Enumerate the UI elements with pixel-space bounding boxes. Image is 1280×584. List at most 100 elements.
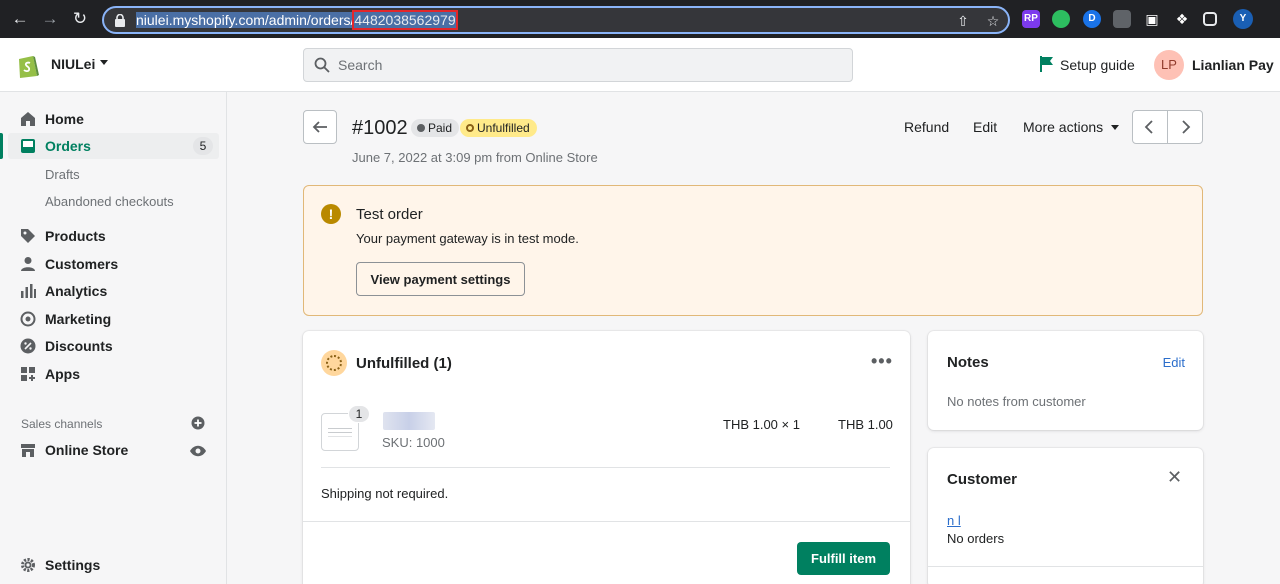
browser-chrome: ← → ↻ niulei.myshopify.com/admin/orders/… bbox=[0, 0, 1280, 38]
item-sku: SKU: 1000 bbox=[382, 435, 445, 450]
setup-guide-link[interactable]: Setup guide bbox=[1060, 57, 1135, 73]
badge-label: Unfulfilled bbox=[477, 121, 530, 135]
shipping-note: Shipping not required. bbox=[321, 486, 449, 501]
sidebar-item-label: Online Store bbox=[45, 442, 129, 458]
sidebar-item-label: Home bbox=[45, 111, 84, 127]
store-name[interactable]: NIULei bbox=[51, 56, 95, 72]
product-name-redacted[interactable] bbox=[383, 412, 435, 430]
admin-topbar: NIULei Setup guide LP Lianlian Pay bbox=[0, 38, 1280, 92]
sidebar-item-label: Orders bbox=[45, 138, 91, 154]
extension-square-icon[interactable] bbox=[1113, 10, 1131, 28]
share-icon[interactable]: ⇧ bbox=[954, 12, 972, 30]
user-avatar[interactable]: LP bbox=[1154, 50, 1184, 80]
address-bar[interactable]: niulei.myshopify.com/admin/orders/448203… bbox=[102, 6, 1010, 34]
item-quantity-badge: 1 bbox=[348, 405, 370, 423]
more-actions-button[interactable]: More actions bbox=[1023, 119, 1103, 135]
banner-title: Test order bbox=[356, 206, 423, 223]
sidebar-item-drafts[interactable]: Drafts bbox=[45, 167, 80, 182]
sidebar-item-label: Analytics bbox=[45, 283, 108, 299]
sidebar-item-label: Apps bbox=[45, 366, 80, 382]
camera-icon[interactable]: ▣ bbox=[1143, 10, 1161, 28]
sidebar-item-label: Marketing bbox=[45, 311, 112, 327]
payment-status-badge: Paid bbox=[411, 119, 460, 137]
tag-icon bbox=[21, 229, 35, 243]
puzzle-icon[interactable]: ❖ bbox=[1173, 10, 1191, 28]
unfulfilled-card: Unfulfilled (1) ••• 1 SKU: 1000 THB 1.00… bbox=[303, 331, 910, 584]
sidebar-item-analytics[interactable]: Analytics bbox=[8, 278, 219, 304]
sidebar-item-apps[interactable]: Apps bbox=[8, 361, 219, 387]
edit-button[interactable]: Edit bbox=[973, 119, 997, 135]
bar-chart-icon bbox=[21, 284, 36, 298]
search-bar[interactable] bbox=[303, 48, 853, 82]
chevron-right-icon bbox=[1182, 120, 1191, 134]
sidebar-item-discounts[interactable]: Discounts bbox=[8, 333, 219, 359]
divider bbox=[928, 566, 1203, 567]
sidebar-item-online-store[interactable]: Online Store bbox=[8, 437, 219, 463]
back-arrow-icon[interactable]: ← bbox=[10, 9, 30, 29]
target-icon bbox=[20, 311, 36, 327]
home-icon bbox=[21, 112, 35, 126]
status-ring-icon bbox=[466, 124, 474, 132]
customer-card: Customer ✕ n l No orders bbox=[928, 448, 1203, 584]
warning-icon: ! bbox=[321, 204, 341, 224]
next-order-button[interactable] bbox=[1167, 110, 1203, 144]
divider bbox=[321, 467, 890, 468]
sidebar-item-label: Settings bbox=[45, 557, 101, 573]
star-icon[interactable]: ☆ bbox=[984, 12, 1002, 30]
flag-icon bbox=[1040, 56, 1053, 72]
add-channel-icon[interactable] bbox=[191, 416, 205, 430]
test-order-banner: ! Test order Your payment gateway is in … bbox=[303, 185, 1203, 316]
sidebar-item-settings[interactable]: Settings bbox=[8, 552, 219, 578]
orders-count-badge: 5 bbox=[193, 137, 213, 155]
chevron-down-icon[interactable] bbox=[100, 60, 108, 65]
sidebar-item-label: Products bbox=[45, 228, 106, 244]
order-date: June 7, 2022 at 3:09 pm from Online Stor… bbox=[352, 150, 598, 165]
user-name[interactable]: Lianlian Pay bbox=[1192, 57, 1274, 73]
banner-text: Your payment gateway is in test mode. bbox=[356, 231, 579, 246]
customer-title: Customer bbox=[947, 471, 1018, 488]
more-options-icon[interactable]: ••• bbox=[871, 351, 893, 372]
fulfillment-status-badge: Unfulfilled bbox=[460, 119, 537, 137]
item-total: THB 1.00 bbox=[838, 417, 893, 432]
edit-notes-link[interactable]: Edit bbox=[1163, 355, 1185, 370]
sidebar-item-products[interactable]: Products bbox=[8, 223, 219, 249]
eye-icon[interactable] bbox=[190, 445, 206, 457]
sidebar-item-orders[interactable]: Orders 5 bbox=[0, 133, 219, 159]
sidebar: Home Orders 5 Drafts Abandoned checkouts… bbox=[0, 92, 227, 584]
item-unit-price: THB 1.00 × 1 bbox=[723, 417, 800, 432]
extension-d-icon[interactable]: D bbox=[1083, 10, 1101, 28]
apps-grid-icon bbox=[21, 367, 35, 381]
discount-icon bbox=[20, 338, 36, 354]
evernote-icon[interactable] bbox=[1052, 10, 1070, 28]
view-payment-settings-button[interactable]: View payment settings bbox=[356, 262, 525, 296]
refund-button[interactable]: Refund bbox=[904, 119, 949, 135]
notes-card: Notes Edit No notes from customer bbox=[928, 331, 1203, 430]
sidebar-item-marketing[interactable]: Marketing bbox=[8, 306, 219, 332]
chevron-down-icon bbox=[1111, 125, 1119, 130]
unfulfilled-icon bbox=[321, 350, 347, 376]
chevron-left-icon bbox=[1144, 120, 1153, 134]
customer-orders: No orders bbox=[947, 531, 1005, 546]
profile-avatar[interactable]: Y bbox=[1233, 9, 1253, 29]
forward-arrow-icon[interactable]: → bbox=[40, 9, 60, 29]
url-path: niulei.myshopify.com/admin/orders/ bbox=[136, 12, 355, 28]
shopify-logo-icon bbox=[19, 56, 39, 78]
sidebar-item-home[interactable]: Home bbox=[8, 106, 219, 132]
customer-name-link[interactable]: n l bbox=[947, 513, 961, 528]
url-text[interactable]: niulei.myshopify.com/admin/orders/448203… bbox=[136, 10, 458, 30]
close-icon[interactable]: ✕ bbox=[1167, 468, 1182, 486]
sidebar-item-customers[interactable]: Customers bbox=[8, 251, 219, 277]
back-button[interactable] bbox=[303, 110, 337, 144]
notes-text: No notes from customer bbox=[947, 394, 1086, 409]
previous-order-button[interactable] bbox=[1132, 110, 1168, 144]
extension-rp-icon[interactable]: RP bbox=[1022, 10, 1040, 28]
sidebar-item-label: Discounts bbox=[45, 338, 113, 354]
badge-label: Paid bbox=[428, 121, 453, 135]
reload-icon[interactable]: ↻ bbox=[70, 9, 90, 29]
search-input[interactable] bbox=[338, 56, 818, 74]
gear-icon bbox=[21, 558, 35, 572]
sidepanel-icon[interactable] bbox=[1203, 12, 1217, 26]
sidebar-item-abandoned-checkouts[interactable]: Abandoned checkouts bbox=[45, 194, 174, 209]
fulfill-item-button[interactable]: Fulfill item bbox=[797, 542, 890, 575]
orders-icon bbox=[21, 139, 35, 153]
